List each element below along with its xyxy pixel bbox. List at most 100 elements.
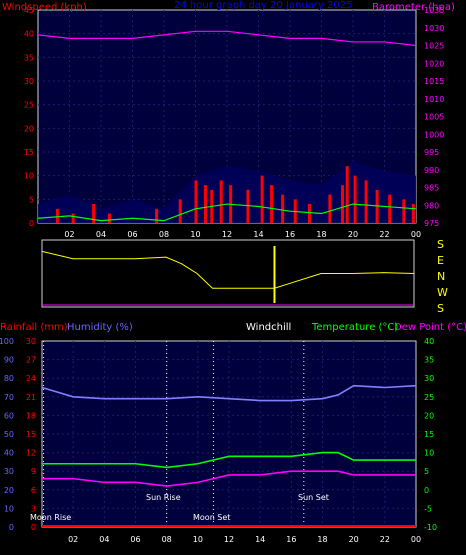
- wind-tick-label: 10: [24, 172, 34, 181]
- humidity-tick-label: 100: [0, 337, 14, 346]
- wind-bar: [340, 185, 344, 223]
- wind-bar: [364, 180, 368, 223]
- moon-set-annotation: Moon Set: [193, 513, 230, 522]
- rainfall-tick-label: 21: [26, 393, 36, 402]
- bottom-time-label: 20: [349, 535, 359, 544]
- temperature-tick-label: -5: [424, 504, 432, 513]
- wind-bar: [307, 204, 311, 223]
- wind-bar: [411, 204, 415, 223]
- top-time-label: 04: [96, 230, 106, 239]
- barometer-tick-label: 1010: [424, 95, 444, 104]
- barometer-tick-label: 1000: [424, 130, 444, 139]
- humidity-tick-label: 10: [4, 504, 14, 513]
- dir-label-s-top: S: [437, 238, 444, 251]
- windchill-label: Windchill: [246, 322, 291, 333]
- dir-label-e: E: [437, 254, 444, 267]
- wind-tick-label: 30: [24, 77, 34, 86]
- barometer-label: Barometer (hpa): [372, 2, 455, 13]
- humidity-label: Humidity (%): [67, 322, 133, 333]
- wind-bar: [281, 194, 285, 223]
- sun-set-annotation: Sun Set: [298, 493, 329, 502]
- rainfall-tick-label: 24: [26, 374, 36, 383]
- top-time-label: 20: [348, 230, 358, 239]
- dir-label-w: W: [437, 286, 448, 299]
- dewpoint-label: Dew Point (°C): [394, 322, 466, 333]
- bottom-time-label: 12: [224, 535, 234, 544]
- barometer-tick-label: 990: [424, 166, 439, 175]
- bottom-panel: Rainfall (mm) Humidity (%) Windchill Tem…: [0, 322, 466, 544]
- top-panel: 051015202530354045 975980985990995100010…: [2, 0, 455, 239]
- top-time-label: 14: [253, 230, 263, 239]
- sun-rise-annotation: Sun Rise: [146, 493, 181, 502]
- top-time-label: 00: [411, 230, 421, 239]
- moon-rise-annotation: Moon Rise: [30, 513, 71, 522]
- humidity-tick-label: 70: [4, 393, 14, 402]
- wind-bar: [194, 180, 198, 223]
- bottom-time-label: 10: [193, 535, 203, 544]
- wind-bar: [353, 175, 357, 223]
- graph-title: 24 hour graph day 20 January 2025: [174, 0, 352, 11]
- rainfall-tick-label: 12: [26, 449, 36, 458]
- top-time-label: 02: [64, 230, 74, 239]
- temperature-label: Temperature (°C): [311, 322, 398, 333]
- top-time-label: 12: [222, 230, 232, 239]
- top-time-ticks: 02 04 06 08 10 12 14 16 18 20 22 00: [64, 230, 421, 239]
- top-time-label: 16: [285, 230, 295, 239]
- wind-bar: [71, 213, 75, 223]
- wind-tick-label: 40: [24, 30, 34, 39]
- dir-label-n: N: [437, 270, 445, 283]
- wind-bar: [155, 208, 159, 223]
- wind-tick-label: 25: [24, 101, 34, 110]
- top-time-label: 06: [127, 230, 137, 239]
- top-time-label: 10: [190, 230, 200, 239]
- graph-canvas: 051015202530354045 975980985990995100010…: [0, 0, 466, 544]
- windspeed-label: Windspeed (kph): [2, 2, 87, 13]
- wind-tick-label: 0: [29, 219, 34, 228]
- direction-panel: S E N W S: [41, 238, 448, 315]
- temperature-tick-label: 35: [424, 356, 434, 365]
- wind-axis-ticks: 051015202530354045: [24, 6, 34, 228]
- bottom-time-label: 14: [255, 535, 265, 544]
- humidity-tick-label: 20: [4, 486, 14, 495]
- wind-bar: [107, 213, 111, 223]
- rainfall-label: Rainfall (mm): [0, 322, 68, 333]
- wind-bar: [55, 208, 59, 223]
- temperature-tick-label: -10: [424, 523, 437, 532]
- temperature-tick-label: 5: [424, 467, 429, 476]
- wind-bar: [270, 185, 274, 223]
- wind-bar: [402, 199, 406, 223]
- temperature-tick-label: 25: [424, 393, 434, 402]
- rainfall-tick-label: 15: [26, 430, 36, 439]
- rainfall-tick-label: 30: [26, 337, 36, 346]
- bottom-time-label: 00: [411, 535, 421, 544]
- top-time-label: 22: [379, 230, 389, 239]
- barometer-tick-label: 980: [424, 201, 439, 210]
- bottom-time-label: 08: [162, 535, 172, 544]
- temperature-tick-label: 10: [424, 449, 434, 458]
- wind-tick-label: 15: [24, 148, 34, 157]
- barometer-tick-label: 1005: [424, 113, 444, 122]
- bottom-time-label: 02: [68, 535, 78, 544]
- bottom-time-label: 06: [130, 535, 140, 544]
- wind-bar: [178, 199, 182, 223]
- bottom-time-ticks: 02 04 06 08 10 12 14 16 18 20 22 00: [68, 535, 421, 544]
- barometer-tick-label: 1025: [424, 42, 444, 51]
- bottom-time-label: 18: [317, 535, 327, 544]
- temperature-tick-label: 20: [424, 411, 434, 420]
- temperature-tick-label: 40: [424, 337, 434, 346]
- barometer-tick-label: 1015: [424, 77, 444, 86]
- humidity-tick-label: 80: [4, 374, 14, 383]
- wind-tick-label: 35: [24, 53, 34, 62]
- humidity-tick-label: 90: [4, 356, 14, 365]
- bottom-time-label: 04: [99, 535, 109, 544]
- rainfall-tick-label: 0: [31, 523, 36, 532]
- temperature-tick-label: 0: [424, 486, 429, 495]
- humidity-tick-label: 30: [4, 467, 14, 476]
- barometer-axis-ticks: 975 980 985 990 995 1000 1005 1010 1015 1020 1025 1…: [424, 6, 444, 228]
- barometer-tick-label: 1020: [424, 59, 444, 68]
- rainfall-tick-label: 27: [26, 356, 36, 365]
- wind-bar: [219, 180, 223, 223]
- humidity-tick-label: 50: [4, 430, 14, 439]
- humidity-tick-label: 40: [4, 449, 14, 458]
- barometer-tick-label: 1030: [424, 24, 444, 33]
